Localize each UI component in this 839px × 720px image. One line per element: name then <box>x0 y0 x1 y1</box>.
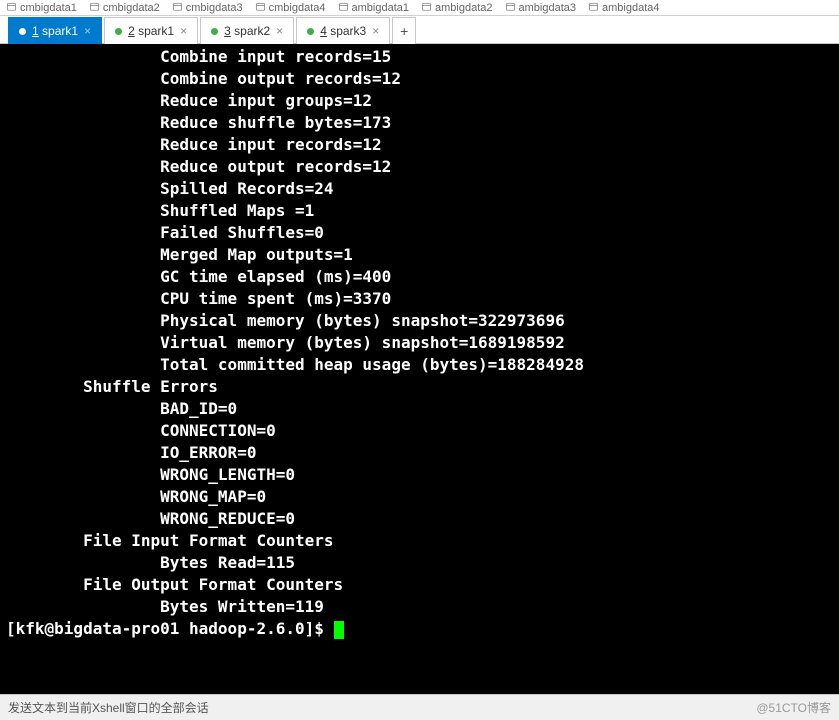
bookmark-cmbigdata3[interactable]: cmbigdata3 <box>172 2 243 14</box>
close-icon[interactable]: × <box>372 24 379 38</box>
new-tab-button[interactable]: + <box>392 17 416 44</box>
tab-spark1-1[interactable]: 1 spark1 × <box>8 17 102 44</box>
bookmark-cmbigdata2[interactable]: cmbigdata2 <box>89 2 160 14</box>
status-text: 发送文本到当前Xshell窗口的全部会话 <box>8 699 209 716</box>
bookmark-cmbigdata4[interactable]: cmbigdata4 <box>255 2 326 14</box>
status-dot-icon <box>307 28 314 35</box>
bookmark-ambigdata4[interactable]: ambigdata4 <box>588 2 660 14</box>
status-dot-icon <box>115 28 122 35</box>
tab-label: 3 spark2 <box>224 24 270 38</box>
tab-bar: 1 spark1 × 2 spark1 × 3 spark2 × 4 spark3 × + <box>0 16 839 44</box>
cursor <box>334 621 344 639</box>
shell-prompt: [kfk@bigdata-pro01 hadoop-2.6.0]$ <box>6 619 334 638</box>
bookmark-ambigdata3[interactable]: ambigdata3 <box>505 2 577 14</box>
terminal-output[interactable]: Combine input records=15 Combine output … <box>0 44 839 694</box>
status-bar: 发送文本到当前Xshell窗口的全部会话 @51CTO博客 <box>0 694 839 720</box>
tab-spark1-2[interactable]: 2 spark1 × <box>104 17 198 44</box>
close-icon[interactable]: × <box>84 24 91 38</box>
tab-label: 2 spark1 <box>128 24 174 38</box>
status-dot-icon <box>211 28 218 35</box>
bookmark-ambigdata2[interactable]: ambigdata2 <box>421 2 493 14</box>
bookmark-cmbigdata1[interactable]: cmbigdata1 <box>6 2 77 14</box>
status-dot-icon <box>19 28 26 35</box>
tab-label: 1 spark1 <box>32 24 78 38</box>
tab-spark3-4[interactable]: 4 spark3 × <box>296 17 390 44</box>
tab-spark2-3[interactable]: 3 spark2 × <box>200 17 294 44</box>
close-icon[interactable]: × <box>180 24 187 38</box>
watermark: @51CTO博客 <box>756 699 831 716</box>
bookmark-ambigdata1[interactable]: ambigdata1 <box>338 2 410 14</box>
close-icon[interactable]: × <box>276 24 283 38</box>
bookmark-bar: cmbigdata1 cmbigdata2 cmbigdata3 cmbigdata4… <box>0 0 839 16</box>
tab-label: 4 spark3 <box>320 24 366 38</box>
